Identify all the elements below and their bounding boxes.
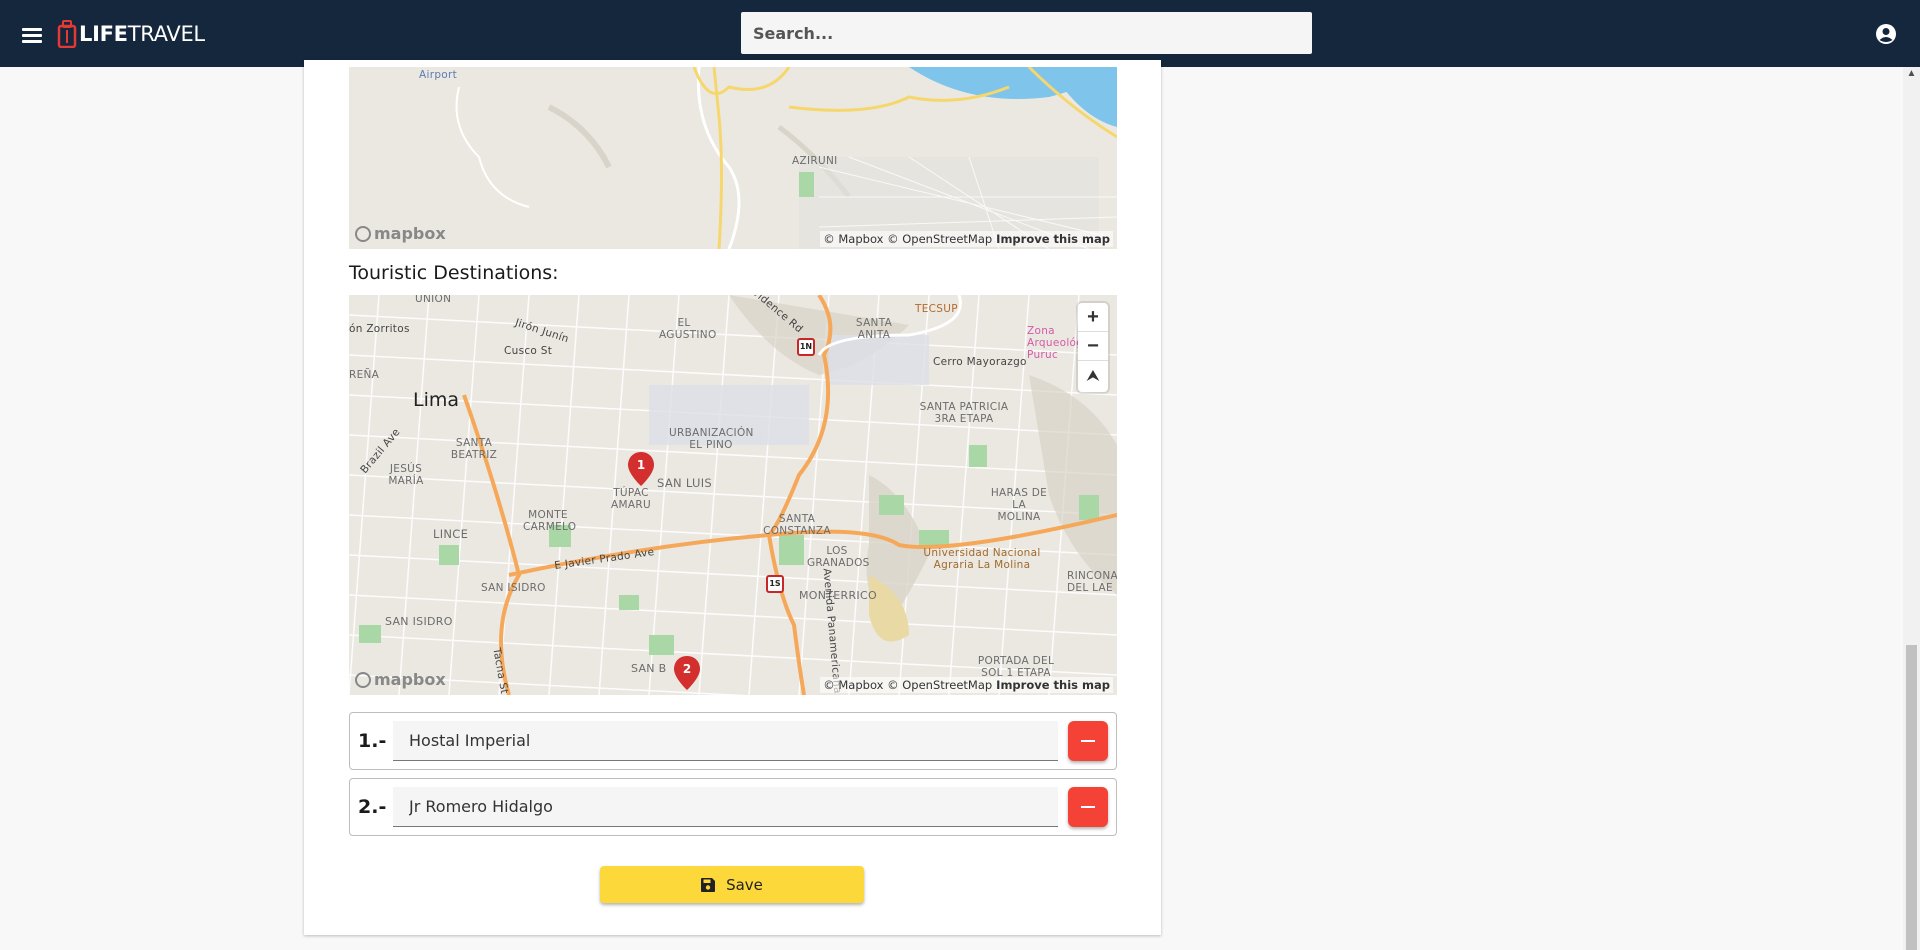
map-label-universidad-agraria: Universidad Nacional Agraria La Molina	[923, 547, 1041, 571]
map-zoom-controls: + − ⮝	[1078, 303, 1108, 392]
map-label-lima: Lima	[413, 389, 460, 411]
destination-number: 1.-	[358, 730, 387, 752]
menu-icon[interactable]	[18, 20, 48, 50]
zoom-out-button[interactable]: −	[1078, 332, 1108, 361]
map-label-monterrico: MONTERRICO	[799, 589, 877, 602]
search-input[interactable]	[741, 12, 1312, 54]
scroll-up-arrow-icon[interactable]: ▲	[1906, 68, 1917, 79]
scrollbar-thumb[interactable]	[1906, 645, 1917, 950]
destination-input[interactable]	[393, 787, 1058, 827]
compass-icon[interactable]: ⮝	[1078, 361, 1108, 390]
mapbox-logo-icon	[355, 225, 371, 242]
improve-map-link[interactable]: Improve this map	[996, 678, 1110, 692]
mapbox-logo[interactable]: mapbox	[355, 224, 446, 243]
map-label-airport: Airport	[419, 69, 458, 81]
destinations-map[interactable]: Lima EL AGUSTINO SANTA ANITA TECSUP Cerr…	[349, 295, 1117, 695]
map-label-lince: LINCE	[433, 527, 469, 541]
floppy-disk-icon	[701, 877, 716, 892]
mapbox-logo-icon	[355, 671, 371, 688]
mapbox-logo[interactable]: mapbox	[355, 670, 446, 689]
map-attribution[interactable]: © Mapbox © OpenStreetMap Improve this map	[820, 231, 1113, 247]
map-label-brena: REÑA	[349, 369, 380, 381]
suitcase-icon	[57, 20, 77, 48]
map-label-san-luis: SAN LUIS	[657, 476, 712, 490]
map-label-el-agustino: EL AGUSTINO	[659, 317, 717, 341]
destination-marker-1[interactable]: 1	[628, 452, 654, 486]
remove-destination-button[interactable]	[1068, 721, 1108, 761]
touristic-destinations-title: Touristic Destinations:	[349, 262, 559, 284]
map-label-santa-beatriz: SANTA BEATRIZ	[450, 437, 498, 461]
map-label-monte-carmelo: MONTE CARMELO	[523, 509, 577, 533]
location-map[interactable]: Airport AZIRUNI mapbox © Mapbox © OpenSt…	[349, 67, 1117, 249]
destination-input[interactable]	[393, 721, 1058, 761]
save-button-label: Save	[726, 875, 763, 894]
marker-2-label: 2	[683, 662, 691, 676]
destination-number: 2.-	[358, 796, 387, 818]
brand-logo[interactable]: LIFETRAVEL	[57, 16, 205, 52]
zoom-in-button[interactable]: +	[1078, 303, 1108, 332]
map-label-cusco-st: Cusco St	[504, 345, 553, 357]
map-label-san-isidro-upper: SAN ISIDRO	[481, 582, 546, 594]
route-1n-shield: 1N	[797, 338, 815, 356]
remove-destination-button[interactable]	[1068, 787, 1108, 827]
save-button[interactable]: Save	[600, 866, 864, 903]
map-label-cerro-mayorazgo: Cerro Mayorazgo	[933, 356, 1027, 368]
map-label-jesus-maria: JESÚS MARÍA	[388, 463, 424, 487]
map-label-haras-la-molina: HARAS DE LA MOLINA	[990, 487, 1048, 523]
destination-row: 2.-	[349, 778, 1117, 836]
destination-row: 1.-	[349, 712, 1117, 770]
map-attribution[interactable]: © Mapbox © OpenStreetMap Improve this map	[820, 677, 1113, 693]
map-label-portada-del-sol: PORTADA DEL SOL 1 ETAPA	[977, 655, 1055, 679]
brand-name: LIFETRAVEL	[79, 22, 205, 46]
map-label-santa-constanza: SANTA CONSTANZA	[763, 513, 831, 537]
map-label-union: UNIÓN	[415, 295, 452, 305]
marker-1-label: 1	[637, 458, 645, 472]
map-label-tecsup: TECSUP	[915, 303, 958, 315]
map-label-rincona: RINCONA DEL LAE	[1067, 570, 1117, 594]
map-label-zorritos: ón Zorritos	[349, 323, 410, 335]
map-label-tupac-amaru: TÚPAC AMARU	[611, 487, 651, 511]
map-label-san-isidro: SAN ISIDRO	[385, 615, 453, 628]
account-circle-icon[interactable]	[1875, 23, 1897, 45]
destination-marker-2[interactable]: 2	[674, 656, 700, 690]
map-label-san-b: SAN B	[631, 662, 667, 675]
map-label-los-granados: LOS GRANADOS	[807, 545, 870, 569]
map-label-aziruni: AZIRUNI	[792, 155, 838, 167]
map-label-santa-anita: SANTA ANITA	[855, 317, 893, 341]
map-label-santa-patricia: SANTA PATRICIA 3RA ETAPA	[919, 401, 1009, 425]
improve-map-link[interactable]: Improve this map	[996, 232, 1110, 246]
top-app-bar: LIFETRAVEL	[0, 0, 1920, 67]
route-1s-shield: 1S	[766, 575, 784, 593]
map-label-urbanizacion: URBANIZACIÓN EL PINO	[669, 427, 754, 451]
